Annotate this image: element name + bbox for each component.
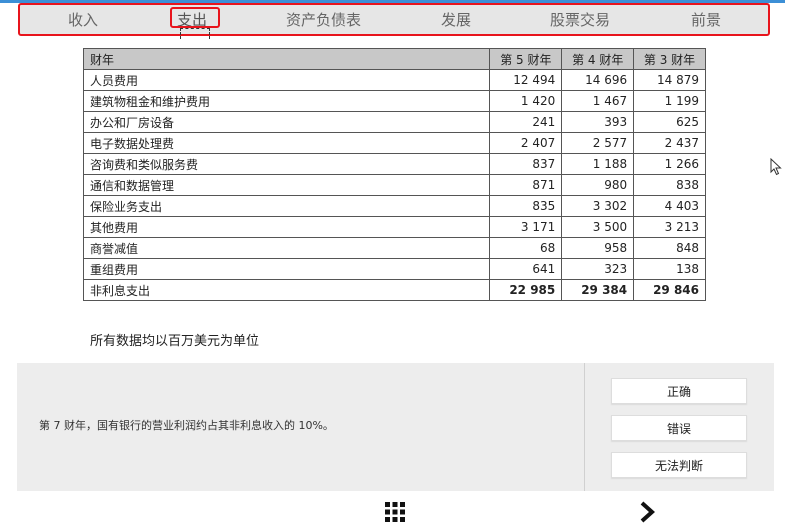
cell-year-4: 29 384 [561,279,635,301]
table-row: 其他费用 3 171 3 500 3 213 [82,216,706,238]
cell-year-3: 838 [633,174,706,196]
tab-stock-trading[interactable]: 股票交易 [550,9,610,30]
row-label: 咨询费和类似服务费 [82,153,491,175]
cell-year-5: 1 420 [489,90,563,112]
answer-true-button[interactable]: 正确 [611,378,747,404]
row-label: 建筑物租金和维护费用 [82,90,491,112]
row-label: 其他费用 [82,216,491,238]
bottom-toolbar [17,492,774,532]
grid-icon[interactable] [385,502,405,522]
row-label: 电子数据处理费 [82,132,491,154]
cell-year-4: 980 [561,174,635,196]
answer-false-button[interactable]: 错误 [611,415,747,441]
answer-panel: 正确 错误 无法判断 [585,363,774,491]
cell-year-5: 68 [489,237,563,259]
cell-year-5: 835 [489,195,563,217]
table-row: 重组费用 641 323 138 [82,258,706,280]
mouse-cursor-icon [770,158,782,176]
cell-year-4: 958 [561,237,635,259]
expenses-table: 财年 第 5 财年 第 4 财年 第 3 财年 人员费用 12 494 14 6… [82,48,706,301]
column-header-year-3: 第 3 财年 [633,48,706,70]
cell-year-4: 3 302 [561,195,635,217]
cell-year-5: 241 [489,111,563,133]
table-total-row: 非利息支出 22 985 29 384 29 846 [82,279,706,301]
cell-year-5: 12 494 [489,69,563,91]
table-row: 商誉减值 68 958 848 [82,237,706,259]
cell-year-3: 4 403 [633,195,706,217]
cell-year-5: 22 985 [489,279,563,301]
cell-year-3: 1 266 [633,153,706,175]
cell-year-4: 3 500 [561,216,635,238]
answer-cannot-say-button[interactable]: 无法判断 [611,452,747,478]
cell-year-5: 837 [489,153,563,175]
column-header-year-4: 第 4 财年 [561,48,635,70]
question-statement: 第 7 财年，国有银行的营业利润约占其非利息收入的 10%。 [39,419,334,432]
cell-year-4: 2 577 [561,132,635,154]
row-label: 人员费用 [82,69,491,91]
units-note: 所有数据均以百万美元为单位 [90,334,260,349]
cell-year-3: 29 846 [633,279,706,301]
cell-year-3: 138 [633,258,706,280]
cell-year-3: 625 [633,111,706,133]
row-label: 商誉减值 [82,237,491,259]
cell-year-5: 3 171 [489,216,563,238]
chevron-right-icon[interactable] [639,500,657,524]
tab-income[interactable]: 收入 [68,9,98,30]
cell-year-5: 641 [489,258,563,280]
table-row: 建筑物租金和维护费用 1 420 1 467 1 199 [82,90,706,112]
table-row: 咨询费和类似服务费 837 1 188 1 266 [82,153,706,175]
table-row: 电子数据处理费 2 407 2 577 2 437 [82,132,706,154]
cell-year-5: 871 [489,174,563,196]
table-row: 办公和厂房设备 241 393 625 [82,111,706,133]
cell-year-3: 2 437 [633,132,706,154]
cell-year-3: 3 213 [633,216,706,238]
cell-year-4: 1 188 [561,153,635,175]
column-header-year-5: 第 5 财年 [489,48,563,70]
column-header-fiscal-year: 财年 [82,48,491,70]
table-row: 人员费用 12 494 14 696 14 879 [82,69,706,91]
row-label: 办公和厂房设备 [82,111,491,133]
tab-balance-sheet[interactable]: 资产负债表 [286,9,361,30]
active-tab-highlight [170,7,220,28]
tab-outlook[interactable]: 前景 [691,9,721,30]
cell-year-3: 848 [633,237,706,259]
row-label: 重组费用 [82,258,491,280]
row-label: 保险业务支出 [82,195,491,217]
cell-year-3: 1 199 [633,90,706,112]
cell-year-4: 323 [561,258,635,280]
cell-year-3: 14 879 [633,69,706,91]
tab-development[interactable]: 发展 [441,9,471,30]
row-label: 通信和数据管理 [82,174,491,196]
cell-year-5: 2 407 [489,132,563,154]
question-panel: 第 7 财年，国有银行的营业利润约占其非利息收入的 10%。 [17,363,584,491]
cell-year-4: 14 696 [561,69,635,91]
table-header-row: 财年 第 5 财年 第 4 财年 第 3 财年 [82,48,706,70]
cell-year-4: 393 [561,111,635,133]
section-tabs: 收入 支出 资产负债表 发展 股票交易 前景 [18,3,770,39]
table-row: 保险业务支出 835 3 302 4 403 [82,195,706,217]
cell-year-4: 1 467 [561,90,635,112]
row-label: 非利息支出 [82,279,491,301]
active-tab-focus-outline [180,28,210,39]
table-row: 通信和数据管理 871 980 838 [82,174,706,196]
